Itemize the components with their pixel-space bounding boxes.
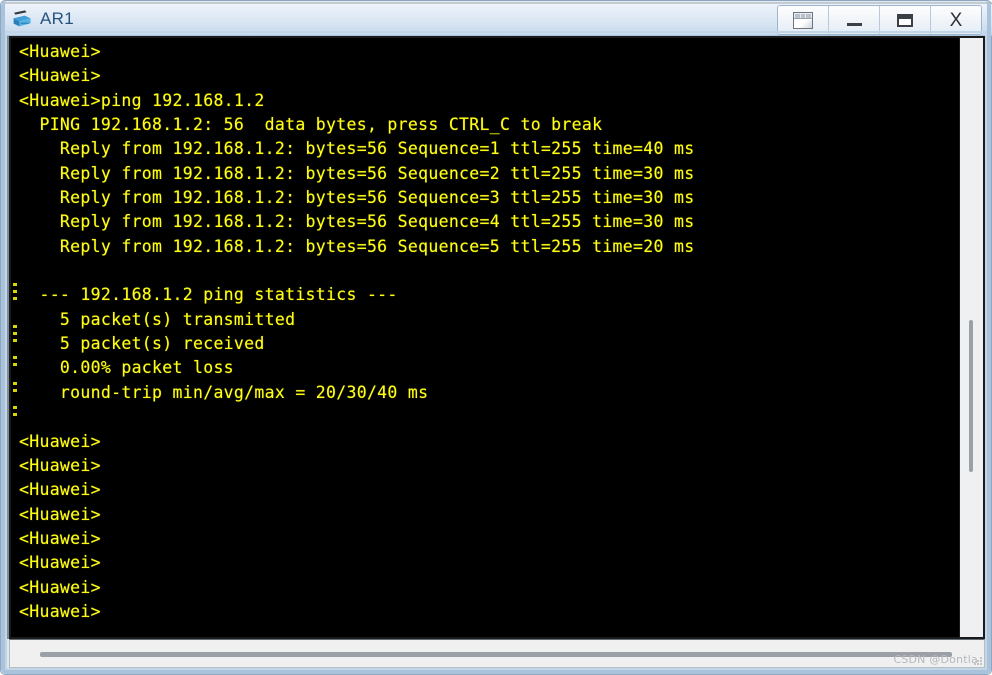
terminal-line: Reply from 192.168.1.2: bytes=56 Sequenc… xyxy=(19,163,695,183)
terminal-line: <Huawei> xyxy=(19,504,101,524)
close-icon: X xyxy=(949,9,963,31)
terminal-line: <Huawei> xyxy=(19,480,101,500)
router-device-icon xyxy=(10,7,34,31)
terminal-line: <Huawei> xyxy=(19,553,101,573)
vertical-scrollbar[interactable] xyxy=(959,38,983,637)
terminal-edge-glyph-fragment xyxy=(13,339,17,342)
terminal-edge-glyph-fragment xyxy=(13,382,17,385)
terminal-edge-glyph-fragment xyxy=(13,283,17,286)
terminal-window: AR1 X <Huawei> <Huawei> <Huawei>ping 192.1… xyxy=(0,0,992,675)
terminal-line: <Huawei> xyxy=(19,577,101,597)
terminal-edge-glyph-fragment xyxy=(13,413,17,416)
maximize-window-button[interactable] xyxy=(880,6,931,34)
titlebar-left-group: AR1 xyxy=(10,2,74,36)
window-title: AR1 xyxy=(40,9,74,28)
terminal-line: Reply from 192.168.1.2: bytes=56 Sequenc… xyxy=(19,188,695,208)
terminal-line: <Huawei> xyxy=(19,528,101,548)
terminal-line: 5 packet(s) received xyxy=(19,334,265,354)
maximize-icon xyxy=(897,13,913,27)
vertical-scrollbar-thumb[interactable] xyxy=(969,320,973,472)
terminal-line: <Huawei> xyxy=(19,431,101,451)
terminal-line: --- 192.168.1.2 ping statistics --- xyxy=(19,285,398,305)
terminal-edge-glyph-fragment xyxy=(13,325,17,328)
terminal-edge-glyph-fragment xyxy=(13,290,17,293)
terminal-line: Reply from 192.168.1.2: bytes=56 Sequenc… xyxy=(19,139,695,159)
terminal-line: <Huawei>ping 192.168.1.2 xyxy=(19,90,265,110)
terminal-line: <Huawei> xyxy=(19,455,101,475)
terminal-line: Reply from 192.168.1.2: bytes=56 Sequenc… xyxy=(19,212,695,232)
window-titlebar[interactable]: AR1 X xyxy=(2,2,992,36)
resize-grip-icon[interactable] xyxy=(973,653,982,665)
terminal-panel: <Huawei> <Huawei> <Huawei>ping 192.168.1.2… xyxy=(9,36,985,639)
titlebar-highlight xyxy=(2,2,992,4)
terminal-edge-glyph-fragment xyxy=(13,406,17,409)
restore-window-icon xyxy=(793,11,813,29)
terminal-line: round-trip min/avg/max = 20/30/40 ms xyxy=(19,382,429,402)
terminal-edge-glyph-fragment xyxy=(13,389,17,392)
horizontal-scrollbar-thumb[interactable] xyxy=(40,652,952,657)
terminal-line: 5 packet(s) transmitted xyxy=(19,309,296,329)
restore-window-button[interactable] xyxy=(778,6,829,34)
terminal-output[interactable]: <Huawei> <Huawei> <Huawei>ping 192.168.1.2… xyxy=(11,38,959,637)
terminal-edge-glyph-fragment xyxy=(13,297,17,300)
horizontal-scrollbar[interactable]: CSDN @Dontla xyxy=(9,639,985,668)
terminal-line: <Huawei> xyxy=(19,42,101,61)
window-controls: X xyxy=(777,5,982,35)
terminal-line: 0.00% packet loss xyxy=(19,358,234,378)
terminal-edge-glyph-fragment xyxy=(13,356,17,359)
watermark-label: CSDN @Dontla xyxy=(893,653,978,666)
terminal-line: PING 192.168.1.2: 56 data bytes, press C… xyxy=(19,115,603,135)
close-window-button[interactable]: X xyxy=(931,6,981,34)
terminal-line: Reply from 192.168.1.2: bytes=56 Sequenc… xyxy=(19,236,695,256)
minimize-icon xyxy=(846,22,862,26)
terminal-edge-glyph-fragment xyxy=(13,363,17,366)
terminal-edge-glyph-fragment xyxy=(13,332,17,335)
minimize-window-button[interactable] xyxy=(829,6,880,34)
terminal-line: <Huawei> xyxy=(19,66,101,86)
terminal-line: <Huawei> xyxy=(19,601,101,621)
